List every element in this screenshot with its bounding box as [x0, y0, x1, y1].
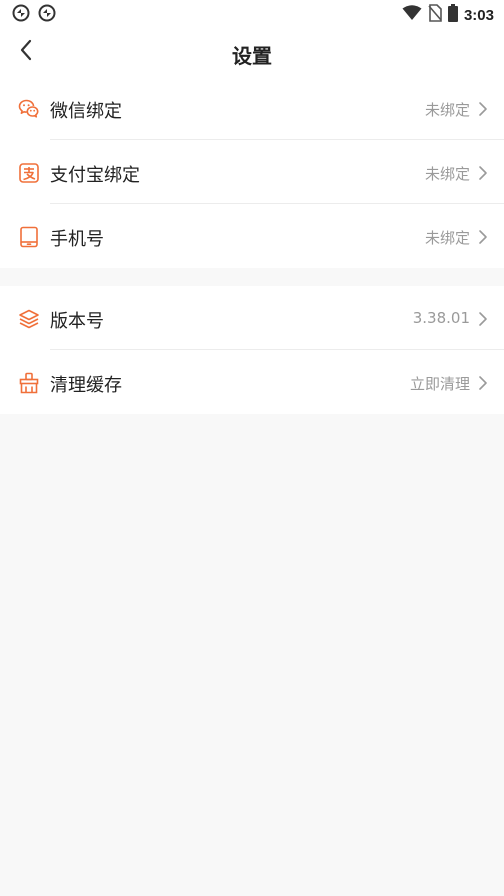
sync-app-icon [38, 4, 56, 22]
phone-icon [18, 226, 40, 248]
row-value: 立即清理 [409, 375, 470, 393]
no-sim-icon [428, 4, 442, 26]
row-value: 3.38.01 [412, 309, 470, 327]
binding-settings-group: 微信绑定 未绑定 支付宝绑定 未绑定 手机号 未绑定 [0, 76, 504, 268]
alipay-binding-row[interactable]: 支付宝绑定 未绑定 [0, 140, 504, 204]
broom-icon [18, 372, 40, 394]
app-settings-group: 版本号 3.38.01 清理缓存 立即清理 [0, 286, 504, 414]
page-title: 设置 [232, 44, 272, 68]
layers-icon [18, 308, 40, 330]
wechat-binding-row[interactable]: 微信绑定 未绑定 [0, 76, 504, 140]
sync-app-icon [12, 4, 30, 22]
chevron-right-icon [478, 101, 488, 117]
alipay-icon [18, 162, 40, 184]
row-label: 手机号 [50, 229, 104, 250]
version-row[interactable]: 版本号 3.38.01 [0, 286, 504, 350]
chevron-right-icon [478, 229, 488, 245]
wechat-icon [18, 98, 40, 120]
chevron-right-icon [478, 165, 488, 181]
clear-cache-row[interactable]: 清理缓存 立即清理 [0, 350, 504, 414]
chevron-right-icon [478, 311, 488, 327]
row-label: 微信绑定 [50, 101, 122, 122]
wifi-icon [402, 5, 422, 25]
row-label: 清理缓存 [50, 375, 122, 396]
status-left-icons [12, 4, 56, 22]
status-time: 3:03 [463, 6, 494, 24]
chevron-right-icon [478, 375, 488, 391]
app-header: 设置 [0, 28, 504, 76]
phone-binding-row[interactable]: 手机号 未绑定 [0, 204, 504, 268]
row-label: 支付宝绑定 [50, 165, 140, 186]
row-value: 未绑定 [424, 165, 470, 183]
row-label: 版本号 [50, 311, 104, 332]
status-right-icons: 3:03 [402, 4, 494, 26]
status-bar: 3:03 [0, 0, 504, 28]
battery-icon [447, 4, 458, 26]
row-value: 未绑定 [424, 101, 470, 119]
row-value: 未绑定 [424, 229, 470, 247]
